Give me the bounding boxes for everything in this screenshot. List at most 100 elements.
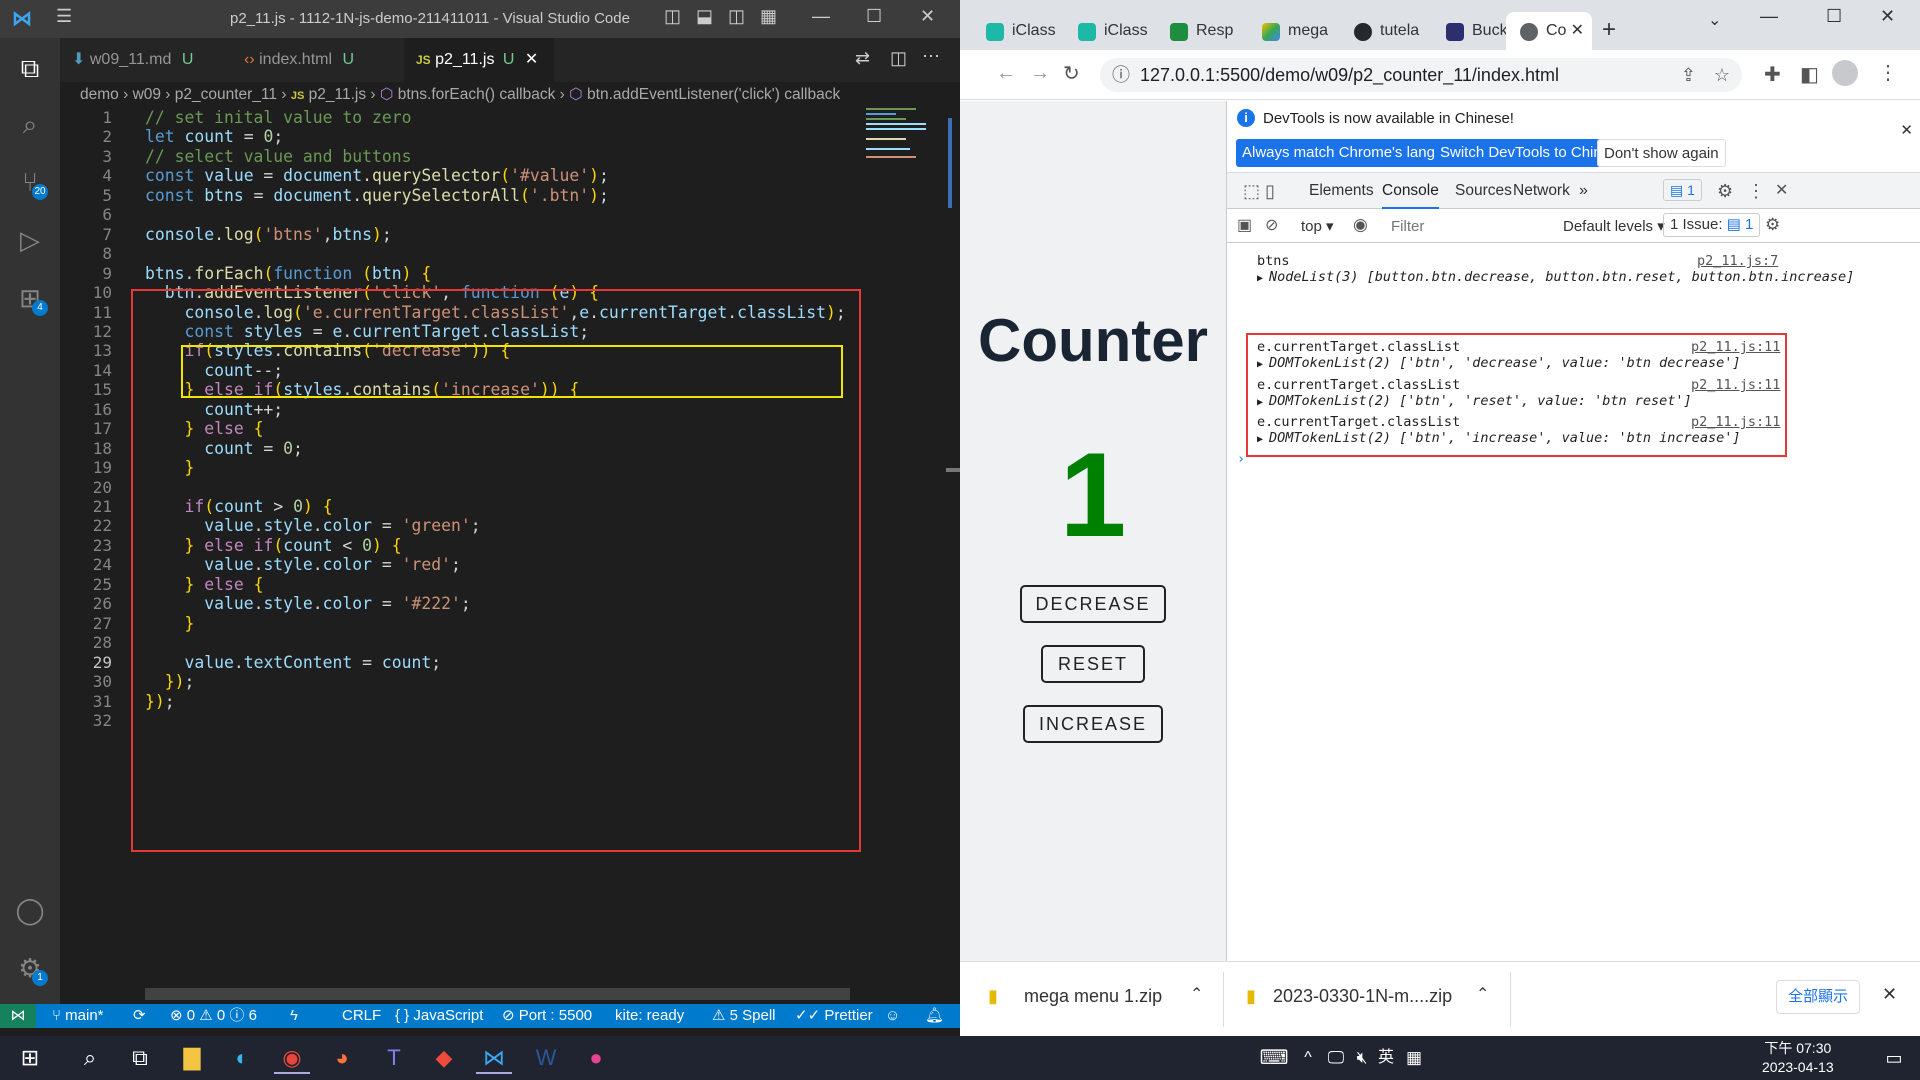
remote-icon[interactable]: ⋈ xyxy=(0,1004,36,1028)
devtools-close-icon[interactable]: ✕ xyxy=(1775,173,1788,209)
console-source-link[interactable]: p2_11.js:11 xyxy=(1691,414,1780,430)
more-tabs-icon[interactable]: » xyxy=(1579,173,1588,209)
live-expression-eye-icon[interactable]: ◉ xyxy=(1353,215,1368,235)
browser-tab[interactable]: mega xyxy=(1248,12,1338,50)
close-icon[interactable]: ✕ xyxy=(1880,6,1895,27)
live-server-status[interactable]: ⊘ Port : 5500 xyxy=(502,1004,592,1028)
console-source-link[interactable]: p2_11.js:11 xyxy=(1691,377,1780,393)
notification-center-icon[interactable]: ▭ xyxy=(1876,1042,1912,1074)
keyboard-icon[interactable]: ⌨ xyxy=(1256,1042,1292,1074)
devtools-settings-icon[interactable]: ⚙ xyxy=(1717,173,1733,209)
site-info-icon[interactable]: ⓘ xyxy=(1112,58,1130,92)
layout-sidebar-icon[interactable]: ◫ xyxy=(664,6,681,27)
menu-icon[interactable]: ☰ xyxy=(56,6,72,27)
code-line[interactable]: const value = document.querySelector('#v… xyxy=(145,166,609,185)
dont-show-again-button[interactable]: Don't show again xyxy=(1597,139,1726,167)
explorer-icon[interactable]: ⧉ xyxy=(10,48,50,88)
console-filter-input[interactable] xyxy=(1383,213,1551,239)
extensions-puzzle-icon[interactable]: ✚ xyxy=(1764,62,1781,87)
downloads-close-icon[interactable]: ✕ xyxy=(1882,984,1897,1005)
source-control-icon[interactable]: ⑂ 20 xyxy=(10,162,50,202)
messages-badge[interactable]: ▤ 1 xyxy=(1663,179,1702,201)
bookmark-star-icon[interactable]: ☆ xyxy=(1714,58,1730,92)
share-icon[interactable]: ⇪ xyxy=(1681,58,1696,92)
start-windows-icon[interactable]: ⊞ xyxy=(12,1042,48,1074)
breadcrumb-item[interactable]: p2_11.js xyxy=(309,86,366,103)
breadcrumb-item[interactable]: btn.addEventListener('click') callback xyxy=(587,86,840,103)
ime-mode-icon[interactable]: ▦ xyxy=(1396,1042,1432,1074)
log-levels-dropdown[interactable]: Default levels ▾ xyxy=(1563,217,1665,235)
git-icon[interactable]: ◆ xyxy=(426,1042,462,1074)
console-source-link[interactable]: p2_11.js:7 xyxy=(1697,253,1778,269)
problems-status[interactable]: ⊗ 0 ⚠ 0 ⓘ 6 xyxy=(170,1004,257,1028)
show-all-downloads-button[interactable]: 全部顯示 xyxy=(1776,980,1860,1014)
breadcrumb-item[interactable]: btns.forEach() callback xyxy=(398,86,556,103)
teams-icon[interactable]: T xyxy=(376,1042,412,1074)
download-item[interactable]: mega menu 1.zip xyxy=(1024,986,1162,1007)
extensions-icon[interactable]: ⊞ 4 xyxy=(10,278,50,318)
word-icon[interactable]: W xyxy=(528,1042,564,1074)
settings-gear-icon[interactable]: ⚙ 1 xyxy=(10,948,50,988)
chrome-icon[interactable]: ◉ xyxy=(274,1042,310,1074)
split-editor-icon[interactable]: ◫ xyxy=(890,48,907,69)
browser-tab[interactable]: tutela xyxy=(1340,12,1430,50)
browser-tab-active[interactable]: Co ✕ xyxy=(1506,12,1592,50)
console-source-link[interactable]: p2_11.js:11 xyxy=(1691,339,1780,355)
breadcrumb-item[interactable]: w09 xyxy=(133,86,161,103)
back-icon[interactable]: ← xyxy=(996,62,1016,85)
code-line[interactable]: // set inital value to zero xyxy=(145,108,411,127)
console-log-value[interactable]: ▶ NodeList(3) [button.btn.decrease, butt… xyxy=(1257,269,1854,285)
prettier-status[interactable]: ✓✓ Prettier xyxy=(795,1004,873,1028)
chrome-menu-icon[interactable]: ⋮ xyxy=(1878,60,1898,85)
tab-index-html[interactable]: ‹› index.html U xyxy=(232,38,402,82)
search-icon[interactable]: ⌕ xyxy=(10,104,50,144)
sync-icon[interactable]: ⟳ xyxy=(133,1004,146,1028)
info-close-icon[interactable]: ✕ xyxy=(1900,121,1913,139)
kite-status[interactable]: kite: ready xyxy=(615,1004,684,1028)
file-explorer-icon[interactable]: ▇ xyxy=(174,1042,210,1074)
minimize-icon[interactable]: — xyxy=(1760,6,1778,27)
chevron-up-icon[interactable]: ⌃ xyxy=(1190,984,1203,1004)
profile-avatar[interactable] xyxy=(1832,60,1858,86)
code-line[interactable]: console.log('btns',btns); xyxy=(145,225,392,244)
side-panel-icon[interactable]: ◧ xyxy=(1800,62,1819,87)
code-line[interactable]: const btns = document.querySelectorAll('… xyxy=(145,186,609,205)
editor-scrollbar[interactable] xyxy=(946,108,960,988)
horizontal-scrollbar[interactable] xyxy=(145,988,850,1000)
clear-console-icon[interactable]: ⊘ xyxy=(1265,215,1278,235)
devtools-menu-icon[interactable]: ⋮ xyxy=(1747,173,1765,209)
sidebar-toggle-icon[interactable]: ▣ xyxy=(1237,215,1252,235)
tab-sources[interactable]: Sources xyxy=(1455,173,1512,209)
browser-tab[interactable]: iClass xyxy=(1064,12,1154,50)
lightning-icon[interactable]: ϟ xyxy=(290,1004,298,1028)
tab-w09-11-md[interactable]: ⬇ w09_11.md U xyxy=(60,38,230,82)
chevron-up-icon[interactable]: ⌃ xyxy=(1476,984,1489,1004)
compare-changes-icon[interactable]: ⇄ xyxy=(855,48,870,69)
new-tab-icon[interactable]: + xyxy=(1602,16,1616,44)
system-clock[interactable]: 下午 07:30 2023-04-13 xyxy=(1762,1039,1834,1077)
tab-elements[interactable]: Elements xyxy=(1309,173,1374,209)
tab-search-icon[interactable]: ⌄ xyxy=(1708,10,1721,30)
maximize-icon[interactable]: ☐ xyxy=(866,6,882,27)
browser-tab[interactable]: Resp xyxy=(1156,12,1246,50)
layout-secondary-icon[interactable]: ◫ xyxy=(728,6,745,27)
reset-button[interactable]: RESET xyxy=(1041,645,1145,683)
browser-tab[interactable]: iClass xyxy=(972,12,1062,50)
breadcrumb-item[interactable]: p2_counter_11 xyxy=(175,86,277,103)
console-log-value[interactable]: ▶ DOMTokenList(2) ['btn', 'increase', va… xyxy=(1257,430,1740,446)
code-line[interactable]: btns.forEach(function (btn) { xyxy=(145,264,431,283)
feedback-icon[interactable]: ☺ xyxy=(885,1004,900,1028)
issues-button[interactable]: 1 Issue: ▤ 1 xyxy=(1663,213,1761,237)
eol-status[interactable]: CRLF xyxy=(342,1004,381,1028)
firefox-icon[interactable]: ◕ xyxy=(324,1042,360,1074)
breadcrumb-item[interactable]: demo xyxy=(80,86,119,103)
minimap[interactable] xyxy=(862,108,942,168)
decrease-button[interactable]: DECREASE xyxy=(1020,585,1166,623)
increase-button[interactable]: INCREASE xyxy=(1023,705,1163,743)
layout-panel-icon[interactable]: ⬓ xyxy=(696,6,713,27)
tab-p2-11-js[interactable]: JS p2_11.js U ✕ xyxy=(404,38,554,82)
minimize-icon[interactable]: — xyxy=(812,6,830,27)
maximize-icon[interactable]: ☐ xyxy=(1826,6,1842,27)
console-settings-icon[interactable]: ⚙ xyxy=(1765,215,1780,235)
tab-close-icon[interactable]: ✕ xyxy=(1571,12,1584,50)
